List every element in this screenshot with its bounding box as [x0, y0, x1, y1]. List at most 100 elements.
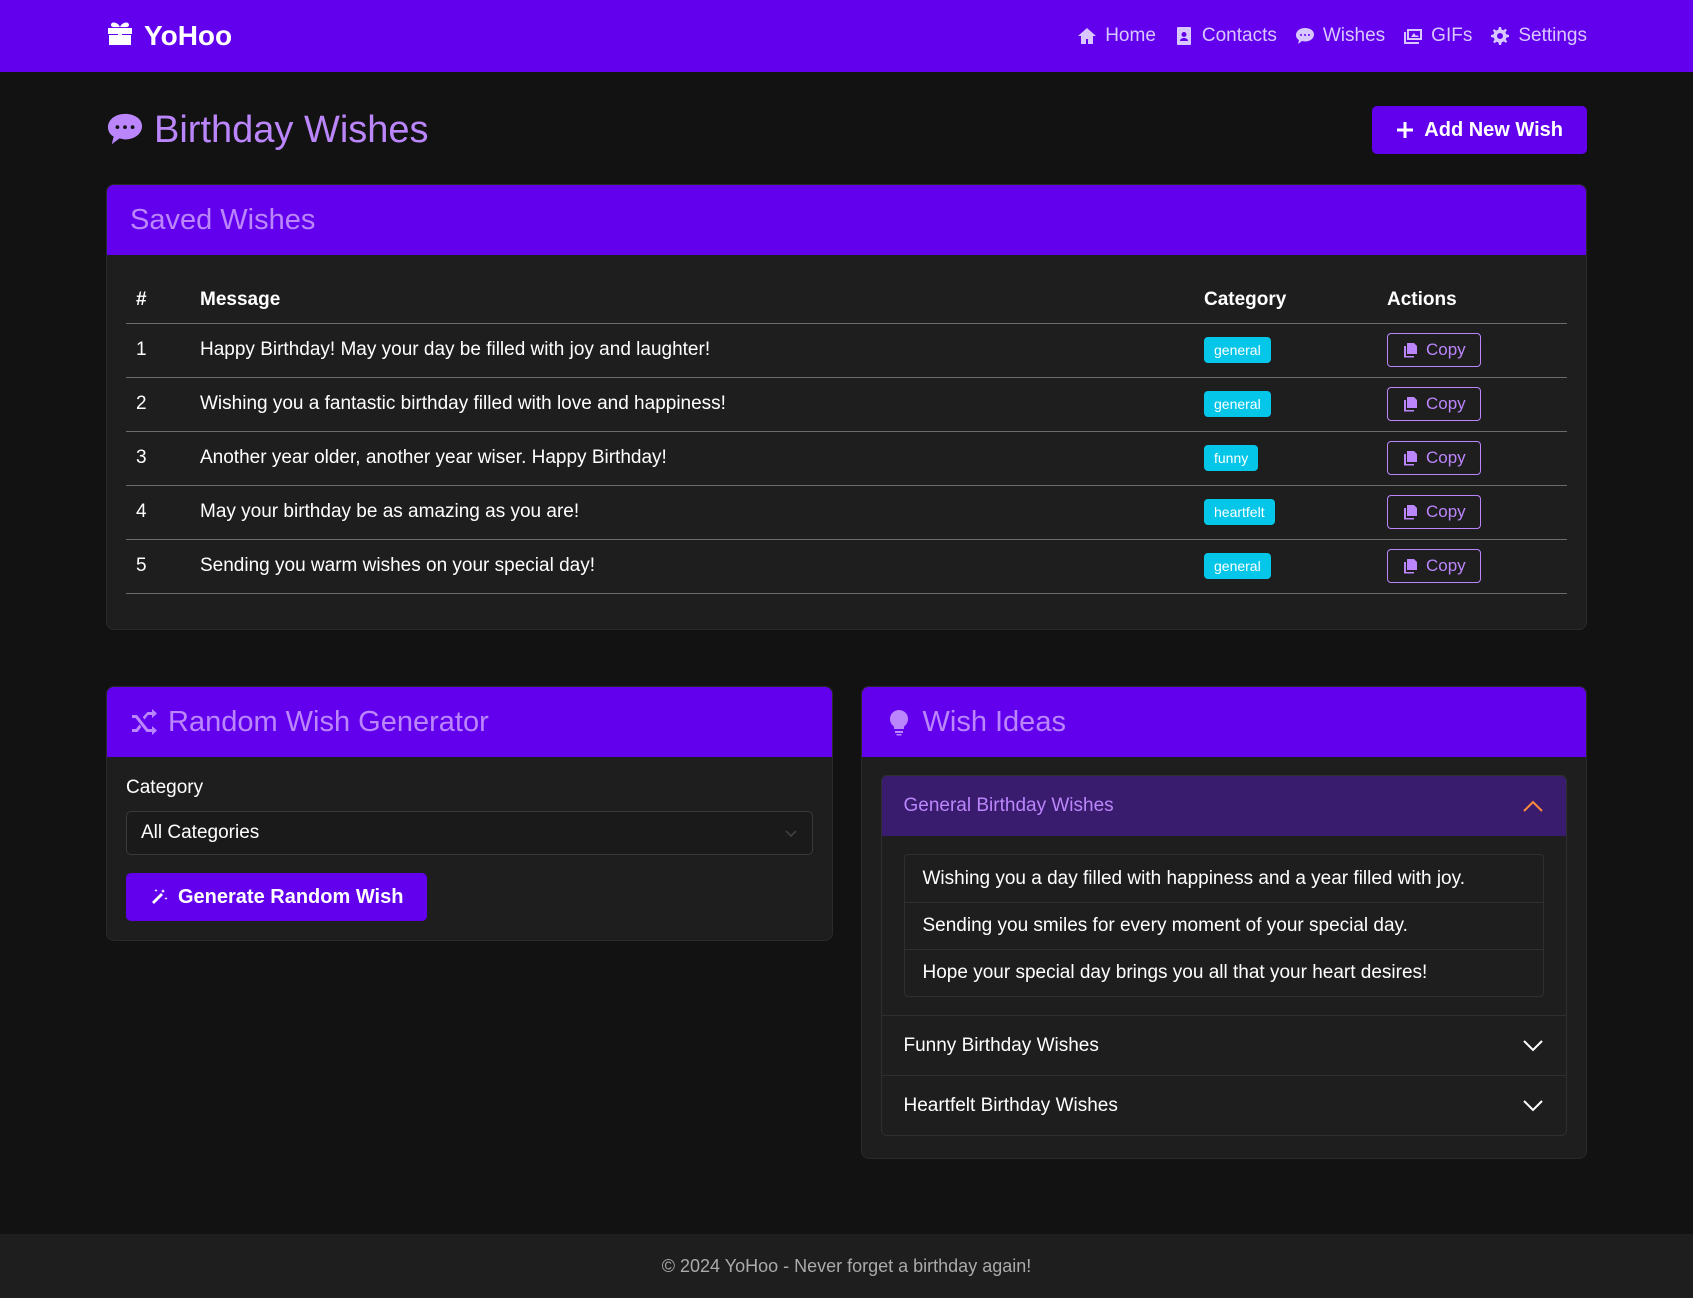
- page-title: Birthday Wishes: [106, 109, 429, 152]
- category-badge: general: [1204, 391, 1271, 417]
- row-message: Another year older, another year wiser. …: [190, 431, 1194, 486]
- copy-label: Copy: [1426, 502, 1466, 521]
- list-item[interactable]: Hope your special day brings you all tha…: [904, 949, 1543, 996]
- category-badge: heartfelt: [1204, 499, 1275, 525]
- main-content: Birthday Wishes Add New Wish Saved Wishe…: [0, 72, 1693, 1159]
- copy-icon: [1404, 559, 1417, 574]
- row-number: 1: [126, 323, 190, 378]
- row-number: 5: [126, 539, 190, 594]
- table-row: 4 May your birthday be as amazing as you…: [126, 485, 1567, 540]
- footer-text: © 2024 YoHoo - Never forget a birthday a…: [661, 1255, 1032, 1276]
- magic-wand-icon: [152, 889, 168, 904]
- nav-settings-label: Settings: [1518, 25, 1587, 46]
- row-number: 4: [126, 485, 190, 540]
- nav-wishes[interactable]: Wishes: [1295, 25, 1385, 47]
- copy-icon: [1404, 397, 1417, 412]
- general-wishes-list: Wishing you a day filled with happiness …: [903, 854, 1544, 997]
- plus-icon: [1397, 122, 1414, 138]
- category-badge: general: [1204, 553, 1271, 579]
- copy-button[interactable]: Copy: [1387, 549, 1481, 583]
- contacts-icon: [1176, 27, 1191, 45]
- page-header: Birthday Wishes Add New Wish: [106, 72, 1587, 174]
- category-badge: general: [1204, 337, 1271, 363]
- lower-row: Random Wish Generator Category All Categ…: [106, 686, 1587, 1159]
- accordion-heartfelt-title: Heartfelt Birthday Wishes: [903, 1094, 1118, 1116]
- accordion-heartfelt-header[interactable]: Heartfelt Birthday Wishes: [881, 1075, 1566, 1135]
- list-item[interactable]: Sending you smiles for every moment of y…: [904, 902, 1543, 949]
- category-badge: funny: [1204, 445, 1259, 471]
- generator-header: Random Wish Generator: [107, 687, 832, 757]
- chevron-down-icon: [784, 830, 797, 838]
- nav-contacts[interactable]: Contacts: [1174, 25, 1277, 47]
- nav-gifs-label: GIFs: [1431, 25, 1473, 46]
- column-header-category: Category: [1194, 277, 1377, 324]
- copy-button[interactable]: Copy: [1387, 333, 1481, 367]
- copy-button[interactable]: Copy: [1387, 387, 1481, 421]
- table-row: 3 Another year older, another year wiser…: [126, 431, 1567, 486]
- gear-icon: [1491, 27, 1510, 45]
- copy-button[interactable]: Copy: [1387, 495, 1481, 529]
- brand-name: YoHoo: [144, 20, 233, 51]
- accordion-funny-header[interactable]: Funny Birthday Wishes: [881, 1015, 1566, 1075]
- brand[interactable]: YoHoo: [106, 19, 232, 54]
- chevron-down-icon: [1523, 1039, 1543, 1051]
- nav-contacts-label: Contacts: [1201, 25, 1277, 46]
- nav-links: Home Contacts Wishes GIFs Settings: [1077, 25, 1587, 47]
- nav-wishes-label: Wishes: [1322, 25, 1386, 46]
- copy-icon: [1404, 505, 1417, 520]
- lightbulb-icon: [889, 709, 908, 736]
- add-new-wish-label: Add New Wish: [1424, 118, 1563, 141]
- table-row: 5 Sending you warm wishes on your specia…: [126, 539, 1567, 594]
- wish-ideas-card: Wish Ideas General Birthday Wishes Wishi…: [860, 686, 1587, 1159]
- copy-label: Copy: [1426, 340, 1466, 359]
- nav-settings[interactable]: Settings: [1490, 25, 1587, 47]
- copy-button[interactable]: Copy: [1387, 441, 1481, 475]
- add-new-wish-button[interactable]: Add New Wish: [1372, 106, 1587, 154]
- accordion-general-header[interactable]: General Birthday Wishes: [881, 776, 1566, 836]
- navbar: YoHoo Home Contacts Wishes GIFs Settings: [0, 0, 1693, 72]
- saved-wishes-header: Saved Wishes: [107, 185, 1586, 255]
- column-header-num: #: [126, 277, 190, 324]
- random-wish-generator-card: Random Wish Generator Category All Categ…: [106, 686, 833, 941]
- column-header-actions: Actions: [1377, 277, 1567, 324]
- shuffle-icon: [132, 709, 157, 735]
- chevron-up-icon: [1523, 800, 1543, 812]
- category-select-value: All Categories: [141, 822, 260, 843]
- images-icon: [1404, 29, 1423, 44]
- category-select[interactable]: All Categories: [126, 811, 813, 855]
- copy-icon: [1404, 343, 1417, 358]
- nav-gifs[interactable]: GIFs: [1403, 25, 1472, 47]
- gift-icon: [106, 19, 134, 54]
- row-message: Wishing you a fantastic birthday filled …: [190, 377, 1194, 432]
- table-row: 2 Wishing you a fantastic birthday fille…: [126, 377, 1567, 432]
- comment-icon: [1295, 28, 1314, 44]
- nav-home-label: Home: [1105, 25, 1156, 46]
- wish-ideas-accordion: General Birthday Wishes Wishing you a da…: [880, 775, 1567, 1136]
- column-header-message: Message: [190, 277, 1194, 324]
- generate-random-wish-button[interactable]: Generate Random Wish: [126, 873, 428, 921]
- list-item[interactable]: Wishing you a day filled with happiness …: [905, 855, 1544, 902]
- chevron-down-icon: [1523, 1099, 1543, 1111]
- saved-wishes-card: Saved Wishes # Message Category Actions …: [106, 184, 1587, 630]
- row-message: Sending you warm wishes on your special …: [190, 539, 1194, 594]
- footer: © 2024 YoHoo - Never forget a birthday a…: [0, 1234, 1693, 1298]
- nav-home[interactable]: Home: [1077, 25, 1156, 47]
- copy-label: Copy: [1426, 448, 1466, 467]
- row-number: 3: [126, 431, 190, 486]
- page-title-text: Birthday Wishes: [154, 108, 429, 151]
- generate-random-wish-label: Generate Random Wish: [178, 885, 404, 908]
- accordion-general-title: General Birthday Wishes: [903, 795, 1114, 816]
- row-number: 2: [126, 377, 190, 432]
- saved-wishes-table: # Message Category Actions 1 Happy Birth…: [126, 277, 1567, 594]
- generator-title: Random Wish Generator: [168, 705, 489, 738]
- accordion-general-body: Wishing you a day filled with happiness …: [882, 836, 1567, 1015]
- category-label: Category: [126, 777, 204, 798]
- comment-icon: [107, 113, 143, 145]
- table-row: 1 Happy Birthday! May your day be filled…: [126, 323, 1567, 378]
- home-icon: [1078, 28, 1097, 44]
- wish-ideas-header: Wish Ideas: [861, 687, 1586, 757]
- accordion-funny-title: Funny Birthday Wishes: [903, 1034, 1099, 1056]
- saved-wishes-title: Saved Wishes: [130, 203, 316, 236]
- wish-ideas-title: Wish Ideas: [922, 705, 1066, 738]
- copy-icon: [1404, 451, 1417, 466]
